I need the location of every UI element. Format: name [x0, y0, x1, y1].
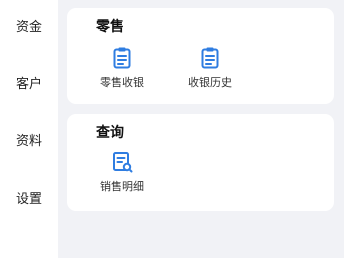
sidebar-item-label: 资料 [15, 133, 42, 149]
document-search-icon [113, 152, 133, 173]
sidebar-item-label: 设置 [15, 191, 42, 207]
sidebar-item-data[interactable]: 资料 [0, 124, 58, 154]
sidebar-item-funds[interactable]: 资金 [0, 10, 58, 40]
retail-section-card: 零售 零售收银 收银历史 [67, 8, 334, 104]
sales-detail-button[interactable]: 销售明细 [87, 150, 157, 202]
query-section-title: 查询 [96, 125, 124, 141]
sidebar-item-label: 客户 [15, 76, 42, 92]
sidebar-item-label: 资金 [15, 19, 42, 35]
retail-checkout-button[interactable]: 零售收银 [87, 46, 157, 98]
retail-section-title: 零售 [96, 19, 124, 35]
checkout-history-label: 收银历史 [188, 76, 232, 89]
query-section-card: 查询 销售明细 [67, 114, 334, 211]
sidebar-item-customers[interactable]: 客户 [0, 67, 58, 97]
sidebar-nav: 资金 客户 资料 设置 [0, 0, 58, 258]
checkout-history-button[interactable]: 收银历史 [175, 46, 245, 98]
main-content: 零售 零售收银 收银历史 查询 销售明细 [58, 0, 344, 258]
sales-detail-label: 销售明细 [100, 180, 144, 193]
clipboard-list-icon [201, 47, 219, 69]
clipboard-list-icon [113, 47, 131, 69]
sidebar-item-settings[interactable]: 设置 [0, 182, 58, 212]
app-root: 资金 客户 资料 设置 零售 零售收银 收银历史 查询 销售明细 [0, 0, 344, 258]
retail-checkout-label: 零售收银 [100, 76, 144, 89]
